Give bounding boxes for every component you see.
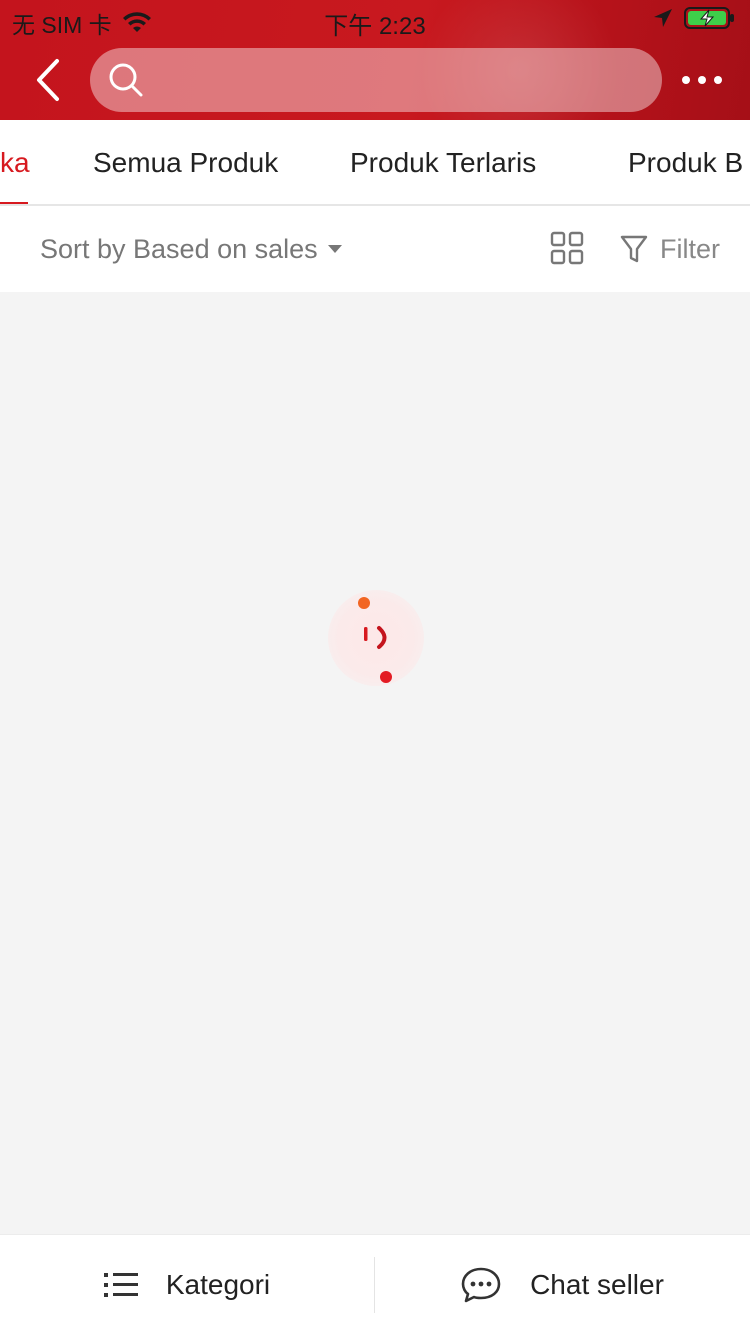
sort-filter-bar: Sort by Based on sales Filter [0,206,750,292]
search-input[interactable] [144,48,662,112]
filter-button[interactable]: Filter [620,206,720,292]
chat-bubble-icon [461,1267,501,1303]
more-dots-icon [714,76,722,84]
back-button[interactable] [20,48,76,112]
loading-spinner-icon [328,590,424,686]
funnel-icon [620,235,648,263]
more-options-button[interactable] [670,48,734,112]
tab-toko[interactable]: ka [0,120,30,204]
store-tabs: ka Semua Produk Produk Terlaris Produk B [0,120,750,206]
tab-produk-baru[interactable]: Produk B [628,120,743,204]
app-header: 无 SIM 卡 下午 2:23 [0,0,750,120]
status-bar: 无 SIM 卡 下午 2:23 [0,0,750,40]
tab-semua-produk[interactable]: Semua Produk [93,120,278,204]
list-icon [103,1273,138,1297]
bottom-action-bar: Kategori Chat seller [0,1234,750,1334]
sort-label: Sort by Based on sales [40,233,318,264]
status-time: 下午 2:23 [324,13,426,40]
loading-spinner-graphic [358,597,392,683]
more-dots-icon [682,76,690,84]
chat-seller-button[interactable]: Chat seller [375,1235,749,1334]
category-label: Kategori [165,1269,271,1300]
search-icon [109,63,143,97]
location-arrow-icon [654,9,672,27]
more-dots-icon [698,76,706,84]
battery-charging-icon [684,7,734,29]
tab-produk-terlaris[interactable]: Produk Terlaris [350,120,536,204]
grid-view-icon[interactable] [549,230,585,266]
sort-dropdown[interactable]: Sort by Based on sales [40,206,342,292]
caret-down-icon [327,245,342,253]
category-button[interactable]: Kategori [0,1235,374,1334]
search-box[interactable] [90,48,662,112]
filter-label: Filter [660,233,720,264]
product-list-area [0,292,750,1234]
nav-bar [0,40,750,120]
chevron-left-icon [37,59,59,101]
status-right [652,6,736,30]
chat-seller-label: Chat seller [530,1269,664,1300]
